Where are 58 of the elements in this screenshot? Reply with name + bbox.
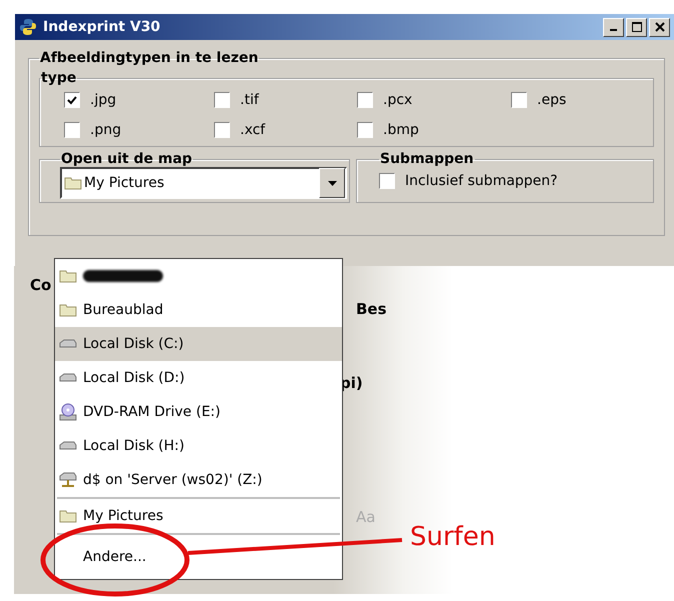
checkbox[interactable] <box>511 92 527 108</box>
checkbox-label: .xcf <box>240 122 266 138</box>
dropdown-item[interactable]: My Pictures <box>55 499 342 533</box>
item-label: DVD-RAM Drive (E:) <box>83 404 220 420</box>
snake-logo-icon <box>19 18 37 36</box>
checkbox[interactable] <box>214 122 230 138</box>
partial-label: Bes <box>356 300 387 318</box>
checkbox-label: .eps <box>537 92 566 108</box>
drive-icon <box>59 441 77 451</box>
checkbox-label: Inclusief submappen? <box>405 173 558 189</box>
dropdown-item[interactable]: DVD-RAM Drive (E:) <box>55 395 342 429</box>
item-label: Local Disk (D:) <box>83 370 185 386</box>
group-title: Submappen <box>379 151 475 167</box>
group-title: type <box>40 70 78 86</box>
checkbox-label: .jpg <box>90 92 116 108</box>
checkbox[interactable] <box>214 92 230 108</box>
network-drive-icon <box>59 472 77 488</box>
checkbox-label: .bmp <box>383 122 419 138</box>
folder-icon <box>59 303 77 317</box>
folder-icon <box>64 176 82 190</box>
window-title: Indexprint V30 <box>43 19 162 35</box>
drive-icon <box>59 339 77 349</box>
checkbox[interactable] <box>64 92 80 108</box>
dropdown-item[interactable]: Bureaublad <box>55 293 342 327</box>
item-label: Local Disk (C:) <box>83 336 184 352</box>
dropdown-item[interactable]: d$ on 'Server (ws02)' (Z:) <box>55 463 342 497</box>
disc-drive-icon <box>59 403 77 421</box>
folder-icon <box>59 269 77 283</box>
item-label: Bureaublad <box>83 302 164 318</box>
item-label: Andere... <box>83 549 146 565</box>
close-icon <box>654 22 664 32</box>
item-label: d$ on 'Server (ws02)' (Z:) <box>83 472 262 488</box>
group-title: Open uit de map <box>60 151 194 167</box>
dropdown-item[interactable]: Local Disk (H:) <box>55 429 342 463</box>
drive-icon <box>59 373 77 383</box>
folder-dropdown[interactable]: My Pictures <box>60 167 347 199</box>
checkbox[interactable] <box>379 173 395 189</box>
dropdown-item[interactable]: Andere... <box>55 535 342 579</box>
group-title: Afbeeldingtypen in te lezen <box>39 50 260 66</box>
minimize-button[interactable] <box>603 18 624 36</box>
checkbox-label: .png <box>90 122 122 138</box>
item-label: Local Disk (H:) <box>83 438 184 454</box>
maximize-button[interactable] <box>626 18 647 36</box>
maximize-icon <box>632 22 642 32</box>
checkbox[interactable] <box>357 122 373 138</box>
checkbox[interactable] <box>357 92 373 108</box>
dropdown-item[interactable]: Local Disk (C:) <box>55 327 342 361</box>
annotation-label: Surfen <box>410 522 496 552</box>
checkbox-label: .tif <box>240 92 259 108</box>
checkbox-label: .pcx <box>383 92 412 108</box>
item-label: My Pictures <box>83 508 164 524</box>
checkbox[interactable] <box>64 122 80 138</box>
dropdown-item[interactable]: Local Disk (D:) <box>55 361 342 395</box>
partial-label: Co <box>30 276 52 294</box>
close-button[interactable] <box>649 18 670 36</box>
partial-label: Aa <box>356 508 376 526</box>
checkmark-icon <box>67 96 77 104</box>
folder-icon <box>59 509 77 523</box>
